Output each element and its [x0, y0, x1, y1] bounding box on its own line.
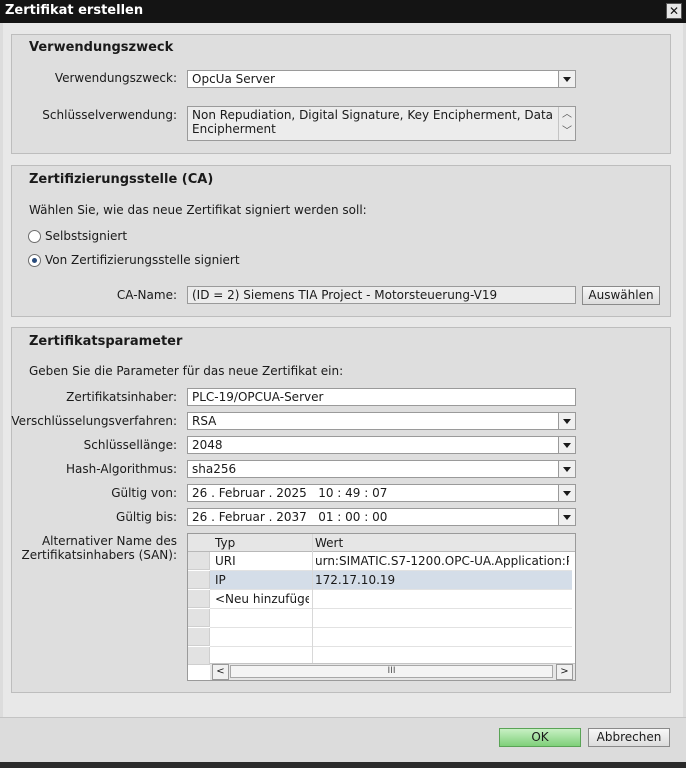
window-title: Zertifikat erstellen — [5, 3, 144, 18]
chevron-down-icon[interactable] — [558, 413, 575, 429]
valid-from-value: 26 . Februar . 2025 10 : 49 : 07 — [192, 486, 388, 500]
valid-from-picker[interactable]: 26 . Februar . 2025 10 : 49 : 07 — [187, 484, 576, 502]
cell-type[interactable]: IP — [215, 573, 309, 587]
key-usage-label: Schlüsselverwendung: — [42, 108, 177, 122]
row-header[interactable] — [188, 628, 210, 646]
hash-label: Hash-Algorithmus: — [66, 462, 177, 476]
purpose-value: OpcUa Server — [192, 72, 275, 86]
ca-name-field: (ID = 2) Siemens TIA Project - Motorsteu… — [187, 286, 576, 304]
purpose-select[interactable]: OpcUa Server — [187, 70, 576, 88]
ca-instruction: Wählen Sie, wie das neue Zertifikat sign… — [29, 203, 367, 217]
radio-self-signed-label[interactable]: Selbstsigniert — [45, 229, 127, 243]
purpose-group-title: Verwendungszweck — [29, 40, 174, 55]
purpose-label: Verwendungszweck: — [54, 71, 177, 85]
table-row — [210, 609, 572, 628]
ca-group-title: Zertifizierungsstelle (CA) — [29, 172, 214, 187]
cell-type[interactable]: <Neu hinzufüge... — [215, 592, 309, 606]
encryption-value: RSA — [192, 414, 217, 428]
cell-value[interactable]: urn:SIMATIC.S7-1200.OPC-UA.Application:P… — [315, 554, 569, 568]
chevron-up-icon[interactable]: ︿ — [559, 107, 575, 123]
radio-ca-signed[interactable] — [28, 254, 41, 267]
key-length-label: Schlüssellänge: — [83, 438, 177, 452]
dialog-footer — [0, 717, 686, 768]
scroll-thumb[interactable]: III — [230, 665, 553, 678]
chevron-down-icon[interactable]: ﹀ — [559, 124, 575, 140]
chevron-down-icon[interactable] — [558, 485, 575, 501]
table-row[interactable]: URI urn:SIMATIC.S7-1200.OPC-UA.Applicati… — [210, 552, 572, 571]
title-bar: Zertifikat erstellen ✕ — [0, 0, 686, 23]
chevron-left-icon[interactable]: < — [212, 664, 229, 680]
radio-ca-signed-label[interactable]: Von Zertifizierungsstelle signiert — [45, 253, 240, 267]
encryption-select[interactable]: RSA — [187, 412, 576, 430]
table-row — [210, 628, 572, 647]
key-usage-scrollbar[interactable]: ︿ ﹀ — [558, 107, 575, 140]
encryption-label: Verschlüsselungsverfahren: — [11, 414, 177, 428]
col-header-type[interactable]: Typ — [215, 536, 235, 550]
valid-to-label: Gültig bis: — [116, 510, 177, 524]
san-table: Typ Wert URI urn:SIMATIC.S7-1200.OPC-UA.… — [187, 533, 576, 681]
close-icon: ✕ — [668, 4, 680, 18]
valid-from-label: Gültig von: — [111, 486, 177, 500]
cell-value[interactable]: 172.17.10.19 — [315, 573, 569, 587]
chevron-down-icon[interactable] — [558, 71, 575, 87]
san-table-header: Typ Wert — [188, 534, 575, 552]
hash-value: sha256 — [192, 462, 237, 476]
san-table-horizontal-scrollbar[interactable]: < III > — [210, 663, 575, 680]
row-header[interactable] — [188, 571, 210, 589]
cell-type[interactable]: URI — [215, 554, 309, 568]
chevron-right-icon[interactable]: > — [556, 664, 573, 680]
table-row[interactable]: <Neu hinzufüge... — [210, 590, 572, 609]
hash-select[interactable]: sha256 — [187, 460, 576, 478]
radio-self-signed[interactable] — [28, 230, 41, 243]
chevron-down-icon[interactable] — [558, 461, 575, 477]
params-instruction: Geben Sie die Parameter für das neue Zer… — [29, 364, 344, 378]
cancel-button-label: Abbrechen — [596, 730, 662, 744]
col-header-value[interactable]: Wert — [315, 536, 343, 550]
key-usage-value: Non Repudiation, Digital Signature, Key … — [192, 108, 553, 136]
ca-name-value: (ID = 2) Siemens TIA Project - Motorsteu… — [192, 288, 498, 302]
valid-to-value: 26 . Februar . 2037 01 : 00 : 00 — [192, 510, 388, 524]
params-group-title: Zertifikatsparameter — [29, 334, 183, 349]
row-header[interactable] — [188, 590, 210, 608]
ok-button-label: OK — [531, 730, 549, 744]
close-button[interactable]: ✕ — [666, 3, 682, 19]
select-ca-button-label: Auswählen — [588, 288, 654, 302]
chevron-down-icon[interactable] — [558, 437, 575, 453]
holder-input[interactable]: PLC-19/OPCUA-Server — [187, 388, 576, 406]
row-header[interactable] — [188, 609, 210, 627]
key-length-select[interactable]: 2048 — [187, 436, 576, 454]
cancel-button[interactable]: Abbrechen — [588, 728, 670, 747]
holder-label: Zertifikatsinhaber: — [66, 390, 177, 404]
ok-button[interactable]: OK — [499, 728, 581, 747]
valid-to-picker[interactable]: 26 . Februar . 2037 01 : 00 : 00 — [187, 508, 576, 526]
key-length-value: 2048 — [192, 438, 223, 452]
select-ca-button[interactable]: Auswählen — [582, 286, 660, 305]
chevron-down-icon[interactable] — [558, 509, 575, 525]
row-header[interactable] — [188, 552, 210, 570]
key-usage-field: Non Repudiation, Digital Signature, Key … — [187, 106, 576, 141]
row-header[interactable] — [188, 647, 210, 665]
column-divider — [312, 534, 313, 664]
bottom-border — [0, 762, 686, 768]
ca-name-label: CA-Name: — [116, 288, 177, 302]
san-label-line1: Alternativer Name des — [41, 534, 177, 548]
holder-value: PLC-19/OPCUA-Server — [192, 390, 324, 404]
table-row[interactable]: IP 172.17.10.19 — [210, 571, 572, 590]
san-label-line2: Zertifikatsinhabers (SAN): — [21, 548, 177, 562]
create-certificate-dialog: Zertifikat erstellen ✕ Verwendungszweck … — [0, 0, 686, 768]
